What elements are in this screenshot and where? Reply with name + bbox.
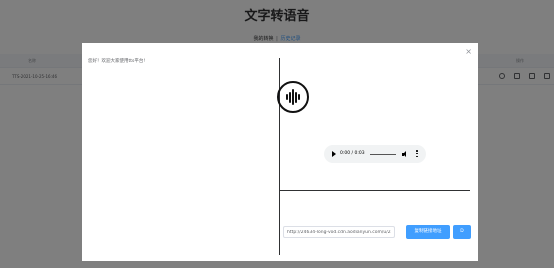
sound-wave-icon [277, 81, 309, 113]
audio-progress-slider[interactable] [370, 153, 396, 155]
copy-url-button[interactable]: 复制链接地址 [406, 225, 450, 239]
extra-action-button[interactable]: D [453, 225, 471, 239]
horizontal-divider [280, 190, 470, 191]
audio-player: 0:00 / 0:03 [324, 145, 426, 163]
play-icon[interactable] [332, 151, 336, 157]
volume-icon[interactable] [402, 151, 408, 157]
dialog-text-content: 您好！欢迎大家使用tts平台! [88, 59, 146, 64]
audio-url-input[interactable] [283, 226, 395, 238]
audio-time: 0:00 / 0:03 [340, 151, 365, 156]
more-options-icon[interactable] [416, 150, 418, 158]
close-icon[interactable]: × [465, 48, 472, 56]
